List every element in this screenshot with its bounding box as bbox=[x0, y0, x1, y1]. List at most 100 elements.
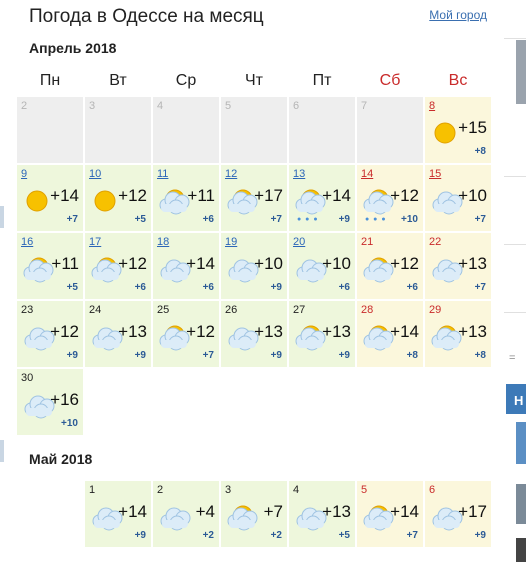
day-number[interactable]: 11 bbox=[157, 168, 168, 180]
day-cell[interactable]: 15 +10 +7 bbox=[425, 165, 491, 231]
temperature-low: +7 bbox=[406, 530, 418, 541]
sidebar-photo[interactable] bbox=[516, 538, 526, 562]
rain-drops-icon: ● ● ● bbox=[365, 216, 387, 223]
day-cell[interactable]: 23 +12 +9 bbox=[17, 301, 83, 367]
day-number[interactable]: 12 bbox=[225, 168, 237, 180]
temperature-low: +6 bbox=[406, 282, 418, 293]
day-cell[interactable]: 29 +13 +8 bbox=[425, 301, 491, 367]
day-cell[interactable]: 18 +14 +6 bbox=[153, 233, 219, 299]
day-number: 4 bbox=[293, 484, 300, 496]
temperature-high: +7 bbox=[263, 502, 283, 521]
sidebar-section-header[interactable]: Н bbox=[506, 384, 526, 414]
day-cell[interactable]: 30 +16 +10 bbox=[17, 369, 83, 435]
day-cell[interactable]: 3 +7 +2 bbox=[221, 481, 287, 547]
day-number: 23 bbox=[21, 304, 34, 316]
day-cell[interactable]: 19 +10 +9 bbox=[221, 233, 287, 299]
day-cell[interactable]: 9 +14 +7 bbox=[17, 165, 83, 231]
temperature-low: +6 bbox=[134, 282, 146, 293]
day-cell: 5 bbox=[221, 97, 287, 163]
day-cell[interactable]: 26 +13 +9 bbox=[221, 301, 287, 367]
my-city-link[interactable]: Мой город bbox=[429, 8, 487, 22]
day-number[interactable]: 14 bbox=[361, 168, 373, 180]
day-cell[interactable]: 2 +4 +2 bbox=[153, 481, 219, 547]
day-number: 26 bbox=[225, 304, 238, 316]
rain-drops-icon: ● ● ● bbox=[297, 216, 319, 223]
day-number[interactable]: 15 bbox=[429, 168, 441, 180]
temperature-high: +11 bbox=[51, 254, 79, 273]
sidebar-photo[interactable] bbox=[516, 484, 526, 524]
day-cell[interactable]: 22 +13 +7 bbox=[425, 233, 491, 299]
left-tab[interactable] bbox=[0, 206, 4, 228]
day-number[interactable]: 8 bbox=[429, 100, 435, 112]
weekday-4: Чт bbox=[245, 72, 263, 89]
temperature-high: +4 bbox=[195, 502, 215, 521]
day-cell[interactable]: 10 +12 +5 bbox=[85, 165, 151, 231]
day-cell[interactable]: 27 +13 +9 bbox=[289, 301, 355, 367]
day-cell[interactable]: 16 +11 +5 bbox=[17, 233, 83, 299]
temperature-low: +9 bbox=[338, 350, 350, 361]
temperature-high: +15 bbox=[458, 118, 487, 137]
day-cell[interactable]: 24 +13 +9 bbox=[85, 301, 151, 367]
day-cell[interactable]: 11 +11 +6 bbox=[153, 165, 219, 231]
temperature-high: +13 bbox=[118, 322, 147, 341]
temperature-low: +6 bbox=[202, 214, 214, 225]
day-number: 5 bbox=[361, 484, 368, 496]
day-number[interactable]: 10 bbox=[89, 168, 101, 180]
day-number: 30 bbox=[21, 372, 34, 384]
day-cell[interactable]: 1 +14 +9 bbox=[85, 481, 151, 547]
day-cell[interactable]: 12 +17 +7 bbox=[221, 165, 287, 231]
sidebar-scroll-handle[interactable]: = bbox=[509, 352, 515, 364]
day-number: 1 bbox=[89, 484, 96, 496]
temperature-low: +2 bbox=[202, 530, 214, 541]
day-number: 25 bbox=[157, 304, 170, 316]
temperature-low: +7 bbox=[202, 350, 214, 361]
day-cell[interactable]: 20 +10 +6 bbox=[289, 233, 355, 299]
temperature-high: +14 bbox=[390, 502, 419, 521]
temperature-high: +12 bbox=[118, 186, 147, 205]
temperature-low: +9 bbox=[134, 350, 146, 361]
day-cell[interactable]: 13 +14 +9 ● ● ● bbox=[289, 165, 355, 231]
temperature-low: +7 bbox=[270, 214, 282, 225]
weekday-1: Пн bbox=[39, 72, 61, 89]
day-number[interactable]: 19 bbox=[225, 236, 237, 248]
day-cell[interactable]: 28 +14 +8 bbox=[357, 301, 423, 367]
temperature-low: +8 bbox=[474, 146, 486, 157]
calendar-widget: Погода в Одессе на месяц Мой город Апрел… bbox=[17, 0, 493, 562]
temperature-high: +14 bbox=[390, 322, 419, 341]
temperature-low: +5 bbox=[66, 282, 78, 293]
day-cell[interactable]: 17 +12 +6 bbox=[85, 233, 151, 299]
temperature-low: +10 bbox=[61, 418, 78, 429]
day-cell[interactable]: 4 +13 +5 bbox=[289, 481, 355, 547]
day-number: 2 bbox=[157, 484, 164, 496]
left-tab[interactable] bbox=[0, 440, 4, 462]
weekday-6: Сб bbox=[379, 72, 401, 89]
day-cell[interactable]: 21 +12 +6 bbox=[357, 233, 423, 299]
sidebar-thumbnail[interactable] bbox=[516, 40, 526, 104]
day-cell[interactable]: 5 +14 +7 bbox=[357, 481, 423, 547]
day-cell[interactable]: 8 +15 +8 bbox=[425, 97, 491, 163]
temperature-low: +6 bbox=[338, 282, 350, 293]
sidebar-photo[interactable] bbox=[516, 422, 526, 464]
month-title-may: Май 2018 bbox=[29, 451, 93, 467]
day-cell[interactable]: 6 +17 +9 bbox=[425, 481, 491, 547]
day-number[interactable]: 20 bbox=[293, 236, 305, 248]
temperature-high: +14 bbox=[322, 186, 351, 205]
day-cell[interactable]: 25 +12 +7 bbox=[153, 301, 219, 367]
day-number[interactable]: 18 bbox=[157, 236, 169, 248]
day-number[interactable]: 16 bbox=[21, 236, 33, 248]
temperature-low: +8 bbox=[474, 350, 486, 361]
day-number[interactable]: 9 bbox=[21, 168, 27, 180]
day-cell[interactable]: 14 +12 +10 ● ● ● bbox=[357, 165, 423, 231]
day-number[interactable]: 17 bbox=[89, 236, 101, 248]
partly-cloudy-icon bbox=[227, 505, 258, 531]
weekday-5: Пт bbox=[312, 72, 332, 89]
temperature-high: +12 bbox=[186, 322, 215, 341]
temperature-low: +2 bbox=[270, 530, 282, 541]
divider bbox=[504, 38, 526, 39]
temperature-low: +7 bbox=[474, 214, 486, 225]
divider bbox=[504, 312, 526, 313]
temperature-low: +5 bbox=[338, 530, 350, 541]
weekday-7: Вс bbox=[448, 72, 468, 89]
day-number[interactable]: 13 bbox=[293, 168, 305, 180]
temperature-high: +10 bbox=[254, 254, 283, 273]
